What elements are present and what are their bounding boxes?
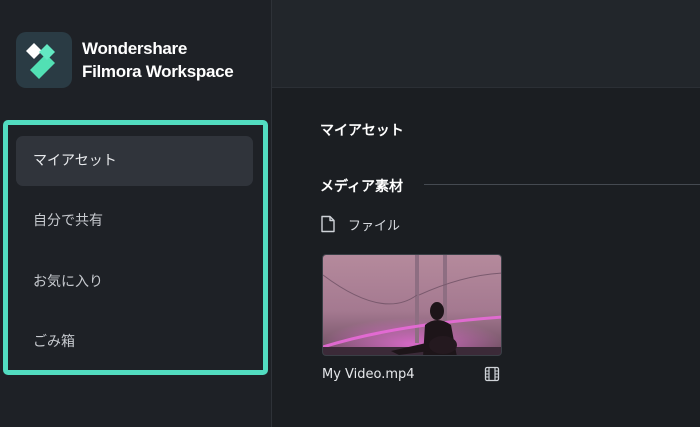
film-icon [484, 366, 500, 386]
top-bar [272, 0, 700, 88]
app-name-line2: Filmora Workspace [82, 62, 234, 81]
sidebar-item-trash[interactable]: ごみ箱 [16, 317, 253, 367]
sidebar: Wondershare Filmora Workspace マイアセット 自分で… [0, 0, 272, 427]
sidebar-item-label: マイアセット [33, 153, 117, 169]
sidebar-item-label: お気に入り [33, 274, 103, 290]
sidebar-item-label: 自分で共有 [33, 213, 103, 229]
sidebar-item-my-assets[interactable]: マイアセット [16, 136, 253, 186]
section-divider [424, 184, 700, 185]
video-thumbnail[interactable] [322, 254, 502, 356]
brand: Wondershare Filmora Workspace [16, 32, 266, 90]
filmora-logo-icon [16, 32, 72, 88]
main-content: マイアセット メディア素材 ファイル My Video.mp4 [272, 88, 700, 427]
sidebar-item-label: ごみ箱 [33, 334, 75, 350]
video-file-name: My Video.mp4 [322, 367, 415, 382]
sidebar-item-favorites[interactable]: お気に入り [16, 257, 253, 307]
app-name: Wondershare Filmora Workspace [82, 37, 272, 83]
page-title: マイアセット [320, 123, 404, 139]
folder-label: ファイル [348, 219, 401, 234]
document-icon [320, 215, 336, 237]
sidebar-item-shared-by-me[interactable]: 自分で共有 [16, 196, 253, 246]
app-name-line1: Wondershare [82, 39, 188, 58]
section-title: メディア素材 [320, 179, 404, 195]
